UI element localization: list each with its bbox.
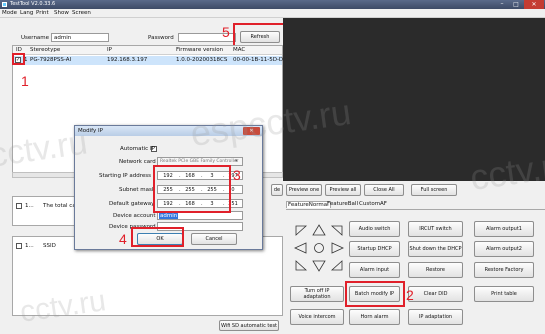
app-icon bbox=[2, 2, 7, 7]
title-bar: TestTool V2.0.33.6 – □ ✕ bbox=[0, 0, 545, 9]
network-card-label: Network card bbox=[119, 159, 156, 165]
ptz-down-left[interactable] bbox=[294, 260, 308, 272]
col-stereotype[interactable]: Stereotype bbox=[30, 47, 60, 53]
window-title: TestTool V2.0.33.6 bbox=[10, 1, 56, 7]
voice-intercom-button[interactable]: Voice intercom bbox=[290, 309, 344, 325]
feature-tabs: FeatureNormal FeatureBall Custom AF bbox=[286, 200, 486, 209]
ptz-up[interactable] bbox=[312, 224, 326, 236]
side-button[interactable]: de bbox=[271, 184, 283, 196]
subnet-mask-label: Subnet mask bbox=[119, 187, 156, 193]
gateway-label: Default gateway bbox=[109, 201, 155, 207]
col-firmware[interactable]: Firmware version bbox=[176, 47, 223, 53]
ptz-up-left[interactable] bbox=[294, 224, 308, 236]
ptz-center[interactable] bbox=[312, 242, 326, 254]
tab-custom[interactable]: Custom bbox=[359, 201, 380, 207]
ptz-right[interactable] bbox=[330, 242, 344, 254]
restore-button[interactable]: Restore bbox=[408, 262, 463, 278]
full-screen-button[interactable]: Full screen bbox=[411, 184, 457, 196]
annotation-2: 2 bbox=[406, 287, 414, 303]
close-icon[interactable]: ✕ bbox=[524, 0, 544, 9]
table-header: ID Stereotype IP Firmware version MAC bbox=[13, 46, 282, 55]
menu-bar: Mode Lang Print Show Screen bbox=[0, 9, 545, 18]
annotation-box-5 bbox=[233, 23, 290, 47]
alarm-output2-button[interactable]: Alarm output2 bbox=[474, 241, 534, 257]
menu-print[interactable]: Print bbox=[36, 10, 49, 16]
annotation-box-4 bbox=[131, 227, 184, 247]
restore-factory-button[interactable]: Restore Factory bbox=[474, 262, 534, 278]
dialog-close-icon[interactable]: ✕ bbox=[243, 127, 260, 135]
annotation-box-2 bbox=[345, 281, 405, 307]
ip-adaptation-button[interactable]: IP adaptation bbox=[408, 309, 463, 325]
annotation-5: 5 bbox=[222, 24, 230, 40]
menu-show[interactable]: Show bbox=[54, 10, 69, 16]
dialog-title: Modify IP bbox=[78, 128, 103, 134]
cancel-button[interactable]: Cancel bbox=[191, 233, 237, 245]
dialog-title-bar: Modify IP ✕ bbox=[75, 126, 262, 136]
horn-alarm-button[interactable]: Horn alarm bbox=[349, 309, 400, 325]
wifi-sd-test-button[interactable]: Wifi SD automatic test bbox=[219, 320, 279, 331]
maximize-icon[interactable]: □ bbox=[510, 1, 522, 8]
shutdown-dhcp-button[interactable]: Shut down the DHCP bbox=[408, 241, 463, 257]
close-all-button[interactable]: Close All bbox=[364, 184, 404, 196]
table-row[interactable]: ✓ 1 PG-7928PSS-AI 192.168.3.197 1.0.0-20… bbox=[13, 56, 287, 65]
preview-all-button[interactable]: Preview all bbox=[325, 184, 361, 196]
ptz-down[interactable] bbox=[312, 260, 326, 272]
starting-ip-label: Starting IP address bbox=[99, 173, 151, 179]
ssid-checkbox[interactable] bbox=[16, 243, 22, 249]
clear-did-button[interactable]: Clear DID bbox=[408, 286, 463, 302]
startup-dhcp-button[interactable]: Startup DHCP bbox=[349, 241, 400, 257]
col-ip[interactable]: IP bbox=[107, 47, 112, 53]
tab-featurenormal[interactable]: FeatureNormal bbox=[286, 201, 331, 208]
row-ip: 192.168.3.197 bbox=[107, 57, 148, 63]
minimize-icon[interactable]: – bbox=[496, 1, 508, 8]
ptz-left[interactable] bbox=[294, 242, 308, 254]
turn-off-ip-adaptation-button[interactable]: Turn off IP adaptation bbox=[290, 286, 344, 302]
audio-switch-button[interactable]: Audio switch bbox=[349, 221, 400, 237]
menu-lang[interactable]: Lang bbox=[20, 10, 33, 16]
row-firmware: 1.0.0-20200318CS bbox=[176, 57, 228, 63]
ptz-up-right[interactable] bbox=[330, 224, 344, 236]
menu-screen[interactable]: Screen bbox=[72, 10, 91, 16]
ircut-switch-button[interactable]: IRCUT switch bbox=[408, 221, 463, 237]
device-account-label: Device account bbox=[113, 213, 156, 219]
username-input[interactable]: admin bbox=[51, 33, 109, 42]
menu-mode[interactable]: Mode bbox=[2, 10, 17, 16]
alarm-output1-button[interactable]: Alarm output1 bbox=[474, 221, 534, 237]
video-preview-area bbox=[283, 18, 545, 181]
capacity-checkbox[interactable] bbox=[16, 203, 22, 209]
row-stereotype: PG-7928PSS-AI bbox=[30, 57, 72, 63]
annotation-4: 4 bbox=[119, 231, 127, 247]
preview-one-button[interactable]: Preview one bbox=[286, 184, 322, 196]
print-table-button[interactable]: Print table bbox=[474, 286, 534, 302]
ssid-label: SSID bbox=[43, 243, 56, 249]
annotation-1: 1 bbox=[21, 73, 29, 89]
annotation-box-1 bbox=[12, 53, 25, 65]
automatic-ip-label: Automatic IP bbox=[120, 146, 155, 152]
username-label: Username bbox=[21, 35, 50, 41]
col-mac[interactable]: MAC bbox=[233, 47, 245, 53]
ptz-down-right[interactable] bbox=[330, 260, 344, 272]
row-mac: 00-00-1B-11-5D-DD bbox=[233, 57, 288, 63]
chevron-down-icon: ▾ bbox=[235, 158, 238, 164]
tab-af[interactable]: AF bbox=[380, 201, 387, 207]
tab-featureball[interactable]: FeatureBall bbox=[327, 201, 358, 207]
annotation-box-3 bbox=[153, 165, 231, 213]
alarm-input-button[interactable]: Alarm input bbox=[349, 262, 400, 278]
annotation-3: 3 bbox=[233, 167, 241, 183]
password-label: Password bbox=[148, 35, 174, 41]
